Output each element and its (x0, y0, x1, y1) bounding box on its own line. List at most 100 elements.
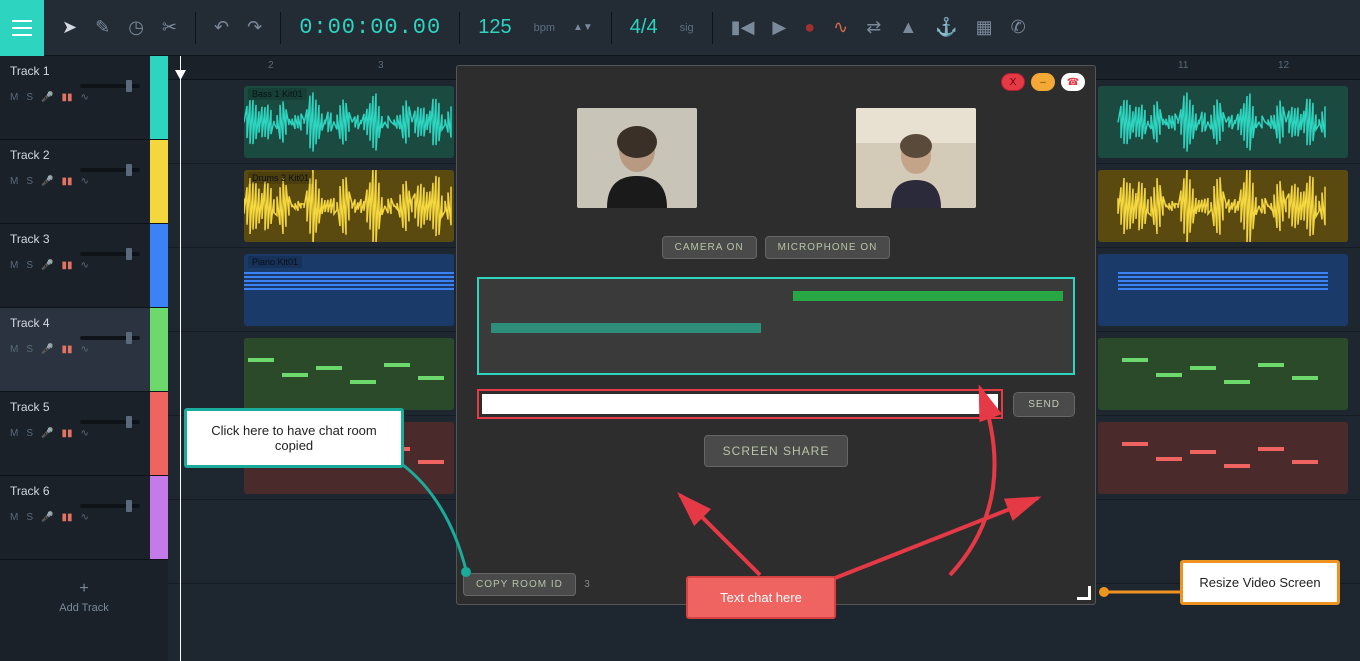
meter-icon[interactable]: ▮▮ (61, 92, 72, 103)
bpm-value[interactable]: 125 (478, 16, 511, 39)
play-icon[interactable]: ▶ (772, 17, 786, 38)
audio-clip[interactable] (1098, 170, 1348, 242)
audio-clip[interactable] (244, 338, 454, 410)
automation-toggle-icon[interactable]: ∿ (80, 512, 88, 523)
playhead[interactable] (180, 56, 181, 661)
mute-button[interactable]: M (10, 512, 18, 523)
skip-back-icon[interactable]: ▮◀ (731, 17, 755, 38)
chat-message-remote (793, 291, 1063, 301)
meter-icon[interactable]: ▮▮ (61, 512, 72, 523)
send-button[interactable]: SEND (1013, 392, 1075, 417)
solo-button[interactable]: S (26, 260, 33, 271)
menu-button[interactable] (0, 0, 44, 56)
track-color-strip (150, 308, 168, 391)
track-header[interactable]: Track 1 M S 🎤 ▮▮ ∿ (0, 56, 168, 140)
solo-button[interactable]: S (26, 92, 33, 103)
meter-icon[interactable]: ▮▮ (61, 428, 72, 439)
audio-clip[interactable]: Drums 2 Kit01 (244, 170, 454, 242)
track-name: Track 6 (10, 484, 140, 498)
room-id-suffix: 3 (584, 579, 590, 590)
mute-button[interactable]: M (10, 260, 18, 271)
solo-button[interactable]: S (26, 512, 33, 523)
volume-slider[interactable] (80, 168, 140, 172)
loop-icon[interactable]: ⇄ (866, 17, 881, 38)
track-header[interactable]: Track 4 M S 🎤 ▮▮ ∿ (0, 308, 168, 392)
audio-clip[interactable] (1098, 422, 1348, 494)
automation-toggle-icon[interactable]: ∿ (80, 92, 88, 103)
call-icon[interactable]: ✆ (1011, 17, 1026, 38)
resize-handle[interactable] (1077, 586, 1091, 600)
mute-button[interactable]: M (10, 92, 18, 103)
metronome-icon[interactable]: ▲ (899, 17, 917, 38)
track-color-strip (150, 140, 168, 223)
pencil-tool-icon[interactable]: ✎ (95, 17, 110, 38)
add-track-button[interactable]: + Add Track (0, 560, 168, 634)
automation-toggle-icon[interactable]: ∿ (80, 260, 88, 271)
anchor-icon[interactable]: ⚓ (935, 17, 957, 38)
arm-record-icon[interactable]: 🎤 (41, 344, 53, 355)
track-header[interactable]: Track 3 M S 🎤 ▮▮ ∿ (0, 224, 168, 308)
chat-input-highlight (477, 389, 1003, 419)
redo-icon[interactable]: ↷ (247, 17, 262, 38)
automation-icon[interactable]: ∿ (833, 17, 848, 38)
track-name: Track 4 (10, 316, 140, 330)
automation-toggle-icon[interactable]: ∿ (80, 344, 88, 355)
copy-room-id-button[interactable]: COPY ROOM ID (463, 573, 576, 596)
pointer-tool-icon[interactable]: ➤ (62, 17, 77, 38)
audio-clip[interactable]: Bass 1 Kit01 (244, 86, 454, 158)
video-feed-local (577, 108, 697, 208)
minimize-button[interactable]: – (1031, 73, 1055, 91)
record-icon[interactable]: ● (804, 17, 815, 38)
volume-slider[interactable] (80, 84, 140, 88)
meter-icon[interactable]: ▮▮ (61, 344, 72, 355)
bpm-stepper-icon[interactable]: ▲▼ (573, 22, 593, 33)
solo-button[interactable]: S (26, 344, 33, 355)
automation-toggle-icon[interactable]: ∿ (80, 176, 88, 187)
solo-button[interactable]: S (26, 176, 33, 187)
timesig-value[interactable]: 4/4 (630, 16, 658, 39)
track-header[interactable]: Track 5 M S 🎤 ▮▮ ∿ (0, 392, 168, 476)
track-sidebar: Track 1 M S 🎤 ▮▮ ∿ Track 2 M S 🎤 ▮▮ ∿ (0, 56, 168, 661)
timecode-display[interactable]: 0:00:00.00 (299, 15, 441, 40)
chat-input[interactable] (482, 394, 998, 414)
solo-button[interactable]: S (26, 428, 33, 439)
audio-clip[interactable] (1098, 254, 1348, 326)
volume-slider[interactable] (80, 504, 140, 508)
arm-record-icon[interactable]: 🎤 (41, 428, 53, 439)
snap-icon[interactable]: ▦ (976, 17, 993, 38)
clip-label: Drums 2 Kit01 (248, 172, 313, 184)
volume-slider[interactable] (80, 252, 140, 256)
audio-clip[interactable] (1098, 338, 1348, 410)
arm-record-icon[interactable]: 🎤 (41, 92, 53, 103)
close-call-button[interactable]: X (1001, 73, 1025, 91)
mute-button[interactable]: M (10, 176, 18, 187)
track-name: Track 3 (10, 232, 140, 246)
meter-icon[interactable]: ▮▮ (61, 176, 72, 187)
arm-record-icon[interactable]: 🎤 (41, 260, 53, 271)
screen-share-button[interactable]: SCREEN SHARE (704, 435, 849, 467)
scissors-tool-icon[interactable]: ✂ (162, 17, 177, 38)
hangup-button[interactable]: ☎ (1061, 73, 1085, 91)
microphone-toggle-button[interactable]: MICROPHONE ON (765, 236, 891, 259)
undo-icon[interactable]: ↶ (214, 17, 229, 38)
toolbar: ➤ ✎ ◷ ✂ ↶ ↷ 0:00:00.00 125 bpm ▲▼ 4/4 si… (0, 0, 1360, 56)
arm-record-icon[interactable]: 🎤 (41, 176, 53, 187)
track-header[interactable]: Track 6 M S 🎤 ▮▮ ∿ (0, 476, 168, 560)
ruler-mark: 2 (268, 60, 274, 71)
track-color-strip (150, 476, 168, 559)
arm-record-icon[interactable]: 🎤 (41, 512, 53, 523)
plus-icon: + (0, 580, 168, 598)
track-header[interactable]: Track 2 M S 🎤 ▮▮ ∿ (0, 140, 168, 224)
automation-toggle-icon[interactable]: ∿ (80, 428, 88, 439)
mute-button[interactable]: M (10, 344, 18, 355)
audio-clip[interactable] (1098, 86, 1348, 158)
video-chat-panel: X – ☎ CAMERA ON MICROPHONE ON SEND SCREE… (456, 65, 1096, 605)
volume-slider[interactable] (80, 336, 140, 340)
meter-icon[interactable]: ▮▮ (61, 260, 72, 271)
timer-tool-icon[interactable]: ◷ (128, 17, 144, 38)
camera-toggle-button[interactable]: CAMERA ON (662, 236, 757, 259)
mute-button[interactable]: M (10, 428, 18, 439)
audio-clip[interactable]: Piano Kit01 (244, 254, 454, 326)
chat-messages-box (477, 277, 1075, 375)
volume-slider[interactable] (80, 420, 140, 424)
